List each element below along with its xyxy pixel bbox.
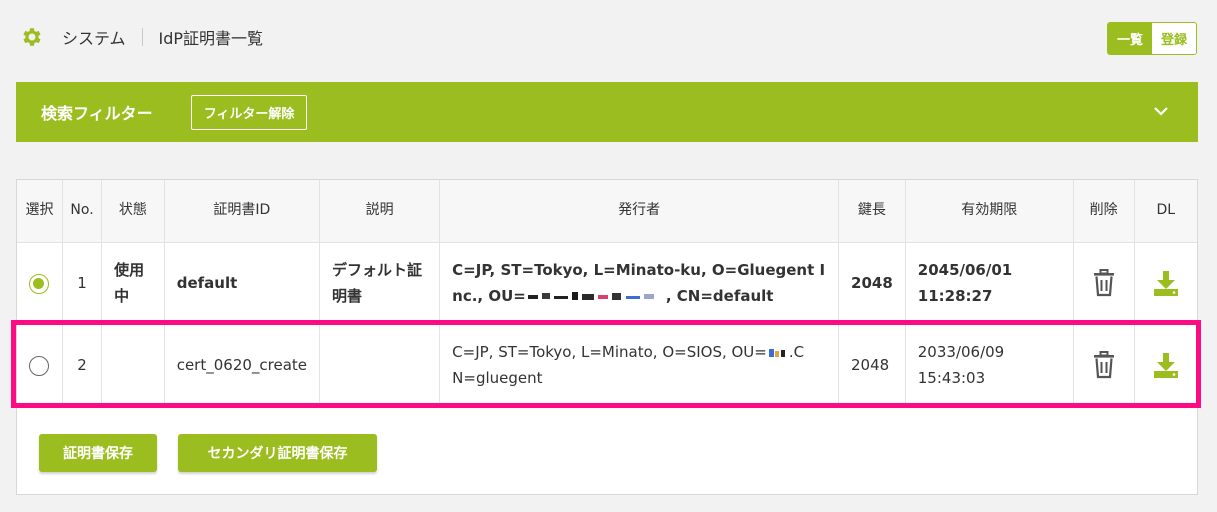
register-button[interactable]: 登録 [1151,23,1196,54]
column-header-status: 状態 [101,180,165,243]
column-header-no: No. [62,180,103,243]
trash-icon[interactable] [1093,351,1115,379]
row-number: 2 [62,324,103,407]
column-header-issuer: 発行者 [439,180,840,243]
select-radio[interactable] [29,273,50,294]
save-secondary-certificate-button[interactable]: セカンダリ証明書保存 [178,434,377,472]
top-bar: システム IdP証明書一覧 一覧 登録 [20,22,1197,55]
breadcrumb-divider [141,28,143,46]
table-row: 2 cert_0620_create C=JP, ST=Tokyo, L=Min… [17,324,1197,407]
issuer-cell: C=JP, ST=Tokyo, L=Minato-ku, O=Gluegent … [439,242,840,325]
breadcrumb-section[interactable]: システム [62,25,126,49]
select-cell [17,324,63,407]
key-length-cell: 2048 [838,242,906,325]
row-number: 1 [62,242,103,325]
certificate-table: 選択 No. 状態 証明書ID 説明 発行者 鍵長 有効期限 削除 DL 1 使… [17,180,1197,407]
table-header-row: 選択 No. 状態 証明書ID 説明 発行者 鍵長 有効期限 削除 DL [17,180,1197,243]
column-header-download: DL [1134,180,1197,243]
filter-title: 検索フィルター [41,104,153,123]
key-length-cell: 2048 [838,324,906,407]
select-cell [17,242,63,325]
gear-icon [23,28,41,46]
clear-filter-button[interactable]: フィルター解除 [190,94,308,130]
redacted-text [768,348,785,357]
delete-cell [1073,242,1135,325]
description-cell [319,324,441,407]
column-header-key-length: 鍵長 [838,180,906,243]
column-header-delete: 削除 [1073,180,1135,243]
list-view-button[interactable]: 一覧 [1107,23,1152,54]
expiry-cell: 2033/06/09 15:43:03 [905,324,1074,407]
download-cell [1134,242,1197,325]
trash-icon[interactable] [1093,269,1115,297]
cert-id-cell: default [164,242,321,325]
description-cell: デフォルト証明書 [319,242,441,325]
view-toggle: 一覧 登録 [1106,22,1197,55]
status-cell [101,324,165,407]
column-header-expiry: 有効期限 [905,180,1074,243]
save-certificate-button[interactable]: 証明書保存 [39,434,157,472]
chevron-down-icon[interactable] [1152,102,1170,120]
redacted-text [527,291,654,300]
table-row: 1 使用中 default デフォルト証明書 C=JP, ST=Tokyo, L… [17,242,1197,325]
page-title: IdP証明書一覧 [158,29,264,48]
status-cell: 使用中 [101,242,165,325]
search-filter-bar[interactable]: 検索フィルター フィルター解除 [16,82,1198,142]
select-radio[interactable] [29,355,50,376]
download-icon[interactable] [1152,351,1180,379]
column-header-select: 選択 [17,180,63,243]
download-cell [1134,324,1197,407]
column-header-cert-id: 証明書ID [164,180,321,243]
column-header-description: 説明 [319,180,441,243]
issuer-cell: C=JP, ST=Tokyo, L=Minato, O=SIOS, OU= .C… [439,324,840,407]
delete-cell [1073,324,1135,407]
cert-id-cell: cert_0620_create [164,324,321,407]
expiry-cell: 2045/06/01 11:28:27 [905,242,1074,325]
download-icon[interactable] [1152,269,1180,297]
